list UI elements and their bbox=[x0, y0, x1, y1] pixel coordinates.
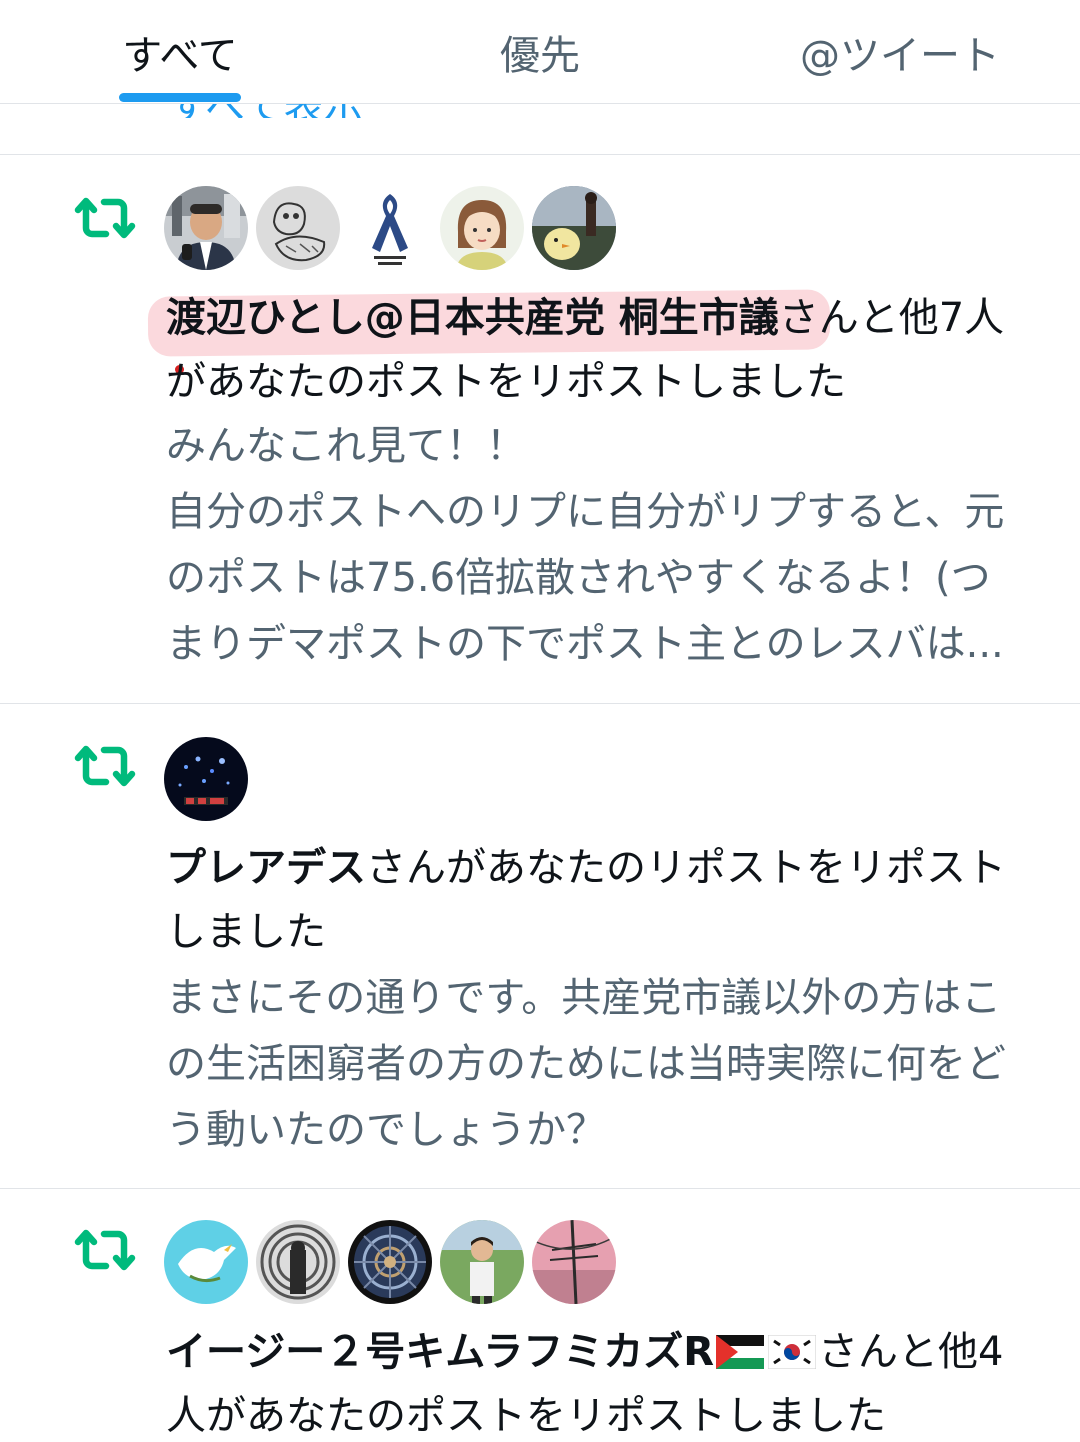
post-preview-line: 自分のポストへのリプに自分がリプすると、元 bbox=[166, 489, 1005, 535]
post-preview-line: まりデマポストの下でポスト主とのレスバは... bbox=[166, 621, 1004, 667]
repost-icon bbox=[74, 197, 136, 239]
notification-header: 渡辺ひとし@日本共産党 桐生市議さんと他7人 bbox=[166, 286, 1004, 350]
active-tab-indicator bbox=[119, 93, 241, 102]
avatar-group bbox=[164, 1220, 616, 1304]
divider bbox=[0, 703, 1080, 704]
divider bbox=[0, 154, 1080, 155]
show-all-link[interactable]: すべて表示 bbox=[168, 104, 428, 118]
avatar[interactable] bbox=[256, 186, 340, 270]
avatar[interactable] bbox=[164, 186, 248, 270]
notification-tabs: すべて 優先 @ツイート bbox=[0, 0, 1080, 104]
palestine-flag-icon bbox=[716, 1335, 765, 1369]
header-text-line2: 人があなたのポストをリポストしました bbox=[166, 1393, 886, 1439]
avatar[interactable] bbox=[348, 186, 432, 270]
tab-priority[interactable]: 優先 bbox=[420, 0, 660, 104]
tab-all[interactable]: すべて bbox=[60, 0, 300, 104]
header-text: さんと他4 bbox=[818, 1329, 1004, 1375]
post-preview-line: まさにその通りです。共産党市議以外の方はこ bbox=[166, 975, 1002, 1021]
avatar-group bbox=[164, 737, 248, 821]
header-text: さんと他7人 bbox=[778, 295, 1005, 341]
repost-icon bbox=[74, 745, 136, 787]
tab-mentions[interactable]: @ツイート bbox=[760, 0, 1040, 104]
avatar[interactable] bbox=[440, 186, 524, 270]
notification-header: プレアデスさんがあなたのリポストをリポスト bbox=[166, 836, 1006, 900]
show-all-link-label: すべて表示 bbox=[168, 104, 364, 118]
avatar-group bbox=[164, 186, 616, 270]
repost-icon bbox=[74, 1229, 136, 1271]
korea-flag-icon bbox=[768, 1335, 817, 1369]
header-text: さんがあなたのリポストをリポスト bbox=[366, 845, 1006, 891]
avatar[interactable] bbox=[440, 1220, 524, 1304]
avatar[interactable] bbox=[532, 1220, 616, 1304]
header-text-line2: があなたのポストをリポストしました bbox=[166, 359, 846, 405]
avatar[interactable] bbox=[164, 1220, 248, 1304]
notifications-screen: すべて 優先 @ツイート すべて表示 bbox=[0, 0, 1080, 1442]
divider bbox=[0, 1188, 1080, 1189]
post-preview-line: のポストは75.6倍拡散されやすくなるよ！(つ bbox=[166, 555, 991, 601]
notification-header: イージー２号キムラフミカズR さんと他4 bbox=[166, 1320, 1003, 1384]
user-name[interactable]: プレアデス bbox=[166, 845, 366, 891]
post-preview-line: みんなこれ見て！！ bbox=[166, 423, 526, 469]
user-name[interactable]: イージー２号キムラフミカズR bbox=[166, 1329, 818, 1375]
header-text-line2: しました bbox=[166, 909, 326, 955]
post-preview-line: の生活困窮者の方のためには当時実際に何をど bbox=[166, 1041, 1006, 1087]
avatar[interactable] bbox=[164, 737, 248, 821]
user-name[interactable]: 渡辺ひとし@日本共産党 桐生市議 bbox=[166, 295, 779, 341]
post-preview-line: う動いたのでしょうか？ bbox=[166, 1107, 606, 1153]
avatar[interactable] bbox=[348, 1220, 432, 1304]
avatar[interactable] bbox=[532, 186, 616, 270]
avatar[interactable] bbox=[256, 1220, 340, 1304]
